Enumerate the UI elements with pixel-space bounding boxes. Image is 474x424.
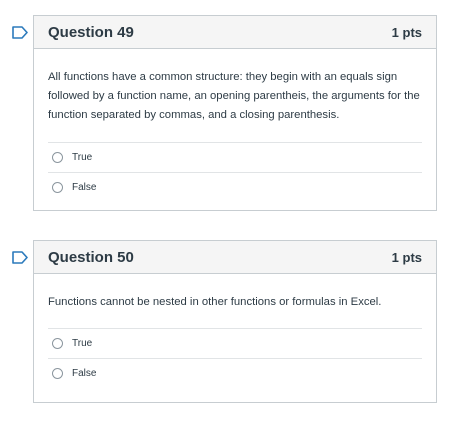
answer-label[interactable]: True [72, 338, 92, 349]
radio-button[interactable] [52, 338, 63, 349]
answer-option-false[interactable]: False [48, 359, 422, 388]
question-header: Question 50 1 pts [34, 241, 436, 274]
question-points: 1 pts [391, 24, 422, 40]
answer-label[interactable]: True [72, 152, 92, 163]
answer-list: True False [48, 142, 422, 202]
question-header: Question 49 1 pts [34, 16, 436, 49]
question-body: All functions have a common structure: t… [34, 49, 436, 202]
question-card-50: Question 50 1 pts Functions cannot be ne… [12, 240, 437, 403]
radio-button[interactable] [52, 152, 63, 163]
answer-label[interactable]: False [72, 182, 96, 193]
radio-button[interactable] [52, 182, 63, 193]
answer-list: True False [48, 328, 422, 388]
answer-option-true[interactable]: True [48, 143, 422, 173]
bookmark-flag-icon[interactable] [12, 251, 28, 264]
bookmark-flag-icon[interactable] [12, 26, 28, 39]
question-points: 1 pts [391, 249, 422, 265]
question-text: Functions cannot be nested in other func… [48, 296, 382, 308]
question-text: All functions have a common structure: t… [48, 71, 420, 121]
question-card-49: Question 49 1 pts All functions have a c… [12, 15, 437, 211]
answer-option-true[interactable]: True [48, 329, 422, 359]
answer-label[interactable]: False [72, 368, 96, 379]
question-body: Functions cannot be nested in other func… [34, 274, 436, 388]
answer-option-false[interactable]: False [48, 173, 422, 202]
radio-button[interactable] [52, 368, 63, 379]
question-title: Question 50 [48, 248, 134, 266]
question-title: Question 49 [48, 23, 134, 41]
